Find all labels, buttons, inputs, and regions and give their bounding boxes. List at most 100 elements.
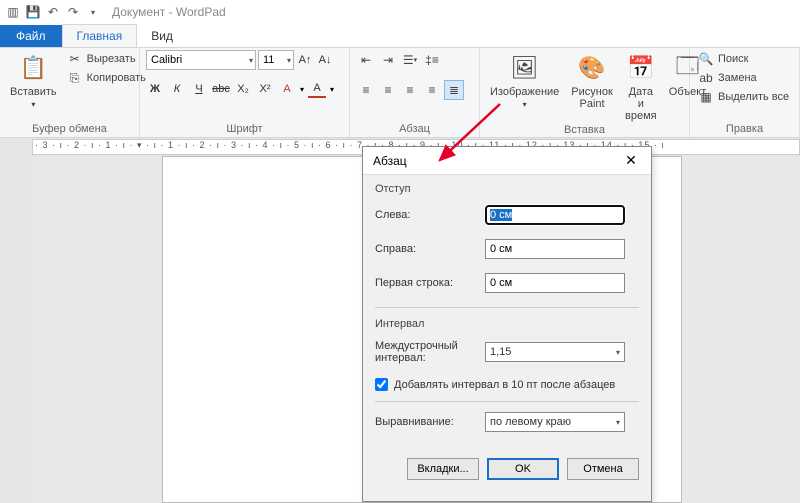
font-size-combo[interactable]: 11 ▾ <box>258 50 294 70</box>
shrink-font-icon[interactable]: A↓ <box>316 51 334 69</box>
group-clipboard-label: Буфер обмена <box>6 123 133 137</box>
paragraph-dialog: Абзац ✕ Отступ Слева: Справа: Первая стр… <box>362 146 652 502</box>
copy-label: Копировать <box>87 72 146 84</box>
align-center-icon[interactable]: ≡ <box>378 80 398 100</box>
tab-file[interactable]: Файл <box>0 25 62 47</box>
insert-image-label: Изображение <box>490 86 559 98</box>
indent-left-input[interactable] <box>485 205 625 225</box>
add-space-after-label: Добавлять интервал в 10 пт после абзацев <box>394 379 615 391</box>
insert-datetime-button[interactable]: 📅Дата и время <box>621 50 661 124</box>
grow-font-icon[interactable]: A↑ <box>296 51 314 69</box>
ok-button[interactable]: OK <box>487 458 559 480</box>
insert-image-button[interactable]: 🖼Изображение▾ <box>486 50 563 113</box>
highlight-button[interactable]: A <box>278 80 296 98</box>
chevron-down-icon: ▾ <box>616 348 620 357</box>
alignment-label: Выравнивание: <box>375 416 485 428</box>
image-icon: 🖼 <box>509 52 541 84</box>
chevron-down-icon: ▾ <box>249 56 253 65</box>
add-space-after-checkbox[interactable] <box>375 378 388 391</box>
align-right-icon[interactable]: ≡ <box>400 80 420 100</box>
alignment-select[interactable]: по левому краю ▾ <box>485 412 625 432</box>
group-font-label: Шрифт <box>146 123 343 137</box>
replace-icon: ab <box>698 70 714 86</box>
qat-dropdown-icon[interactable]: ▾ <box>84 3 102 21</box>
first-line-label: Первая строка: <box>375 277 485 289</box>
font-color-button[interactable]: A <box>308 80 326 98</box>
bold-button[interactable]: Ж <box>146 80 164 98</box>
paste-label: Вставить <box>10 86 57 98</box>
group-insert: 🖼Изображение▾ 🎨Рисунок Paint 📅Дата и вре… <box>480 48 690 137</box>
window-title: Документ - WordPad <box>112 5 226 19</box>
title-bar: ▥ 💾 ↶ ↷ ▾ Документ - WordPad <box>0 0 800 24</box>
save-icon[interactable]: 💾 <box>24 3 42 21</box>
justify-icon[interactable]: ≡ <box>422 80 442 100</box>
group-font: Calibri ▾ 11 ▾ A↑ A↓ Ж К Ч abc X₂ X² A ▾ A ▾… <box>140 48 350 137</box>
underline-button[interactable]: Ч <box>190 80 208 98</box>
dialog-titlebar: Абзац ✕ <box>363 147 651 175</box>
find-label: Поиск <box>718 53 748 65</box>
ruler-gutter <box>0 138 32 156</box>
dialog-title: Абзац <box>373 154 407 168</box>
paragraph-dialog-icon[interactable]: ≣ <box>444 80 464 100</box>
find-button[interactable]: 🔍 Поиск <box>696 50 791 68</box>
group-clipboard: 📋 Вставить▾ ✂Вырезать ⎘Копировать Буфер … <box>0 48 140 137</box>
indent-right-input[interactable] <box>485 239 625 259</box>
replace-button[interactable]: ab Замена <box>696 69 791 87</box>
group-insert-label: Вставка <box>486 124 683 138</box>
insert-paint-label: Рисунок Paint <box>571 86 613 110</box>
close-icon[interactable]: ✕ <box>617 151 645 171</box>
copy-icon: ⎘ <box>67 70 83 86</box>
ribbon-tabs: Файл Главная Вид <box>0 24 800 48</box>
search-icon: 🔍 <box>698 51 714 67</box>
interval-section-label: Интервал <box>375 318 639 330</box>
cancel-button[interactable]: Отмена <box>567 458 639 480</box>
line-spacing-icon[interactable]: ‡≡ <box>422 50 442 70</box>
quick-access-toolbar: ▥ 💾 ↶ ↷ ▾ <box>4 3 102 21</box>
paint-icon: 🎨 <box>576 52 608 84</box>
cut-button[interactable]: ✂ Вырезать <box>65 50 148 68</box>
chevron-down-icon: ▾ <box>616 418 620 427</box>
align-left-icon[interactable]: ≡ <box>356 80 376 100</box>
first-line-input[interactable] <box>485 273 625 293</box>
bullets-icon[interactable]: ☰▾ <box>400 50 420 70</box>
app-menu-icon[interactable]: ▥ <box>4 3 22 21</box>
italic-button[interactable]: К <box>168 80 186 98</box>
indent-left-label: Слева: <box>375 209 485 221</box>
calendar-icon: 📅 <box>625 52 657 84</box>
group-paragraph: ⇤ ⇥ ☰▾ ‡≡ ≡ ≡ ≡ ≡ ≣ Абзац <box>350 48 480 137</box>
select-label: Выделить все <box>718 91 789 103</box>
tabs-button[interactable]: Вкладки... <box>407 458 479 480</box>
increase-indent-icon[interactable]: ⇥ <box>378 50 398 70</box>
insert-paint-button[interactable]: 🎨Рисунок Paint <box>567 50 617 112</box>
chevron-down-icon: ▾ <box>287 56 291 65</box>
line-spacing-select[interactable]: 1,15 ▾ <box>485 342 625 362</box>
paste-icon: 📋 <box>17 52 49 84</box>
line-spacing-value: 1,15 <box>490 346 511 358</box>
strike-button[interactable]: abc <box>212 80 230 98</box>
select-all-button[interactable]: ▦ Выделить все <box>696 88 791 106</box>
superscript-button[interactable]: X² <box>256 80 274 98</box>
indent-section-label: Отступ <box>375 183 639 195</box>
subscript-button[interactable]: X₂ <box>234 80 252 98</box>
copy-button[interactable]: ⎘ Копировать <box>65 69 148 87</box>
undo-icon[interactable]: ↶ <box>44 3 62 21</box>
paste-button[interactable]: 📋 Вставить▾ <box>6 50 61 113</box>
insert-datetime-label: Дата и время <box>625 86 657 122</box>
tab-home[interactable]: Главная <box>62 24 138 47</box>
select-icon: ▦ <box>698 89 714 105</box>
redo-icon[interactable]: ↷ <box>64 3 82 21</box>
font-size-value: 11 <box>263 54 274 66</box>
line-spacing-label: Междустрочный интервал: <box>375 340 485 364</box>
group-paragraph-label: Абзац <box>356 123 473 137</box>
cut-icon: ✂ <box>67 51 83 67</box>
alignment-value: по левому краю <box>490 416 571 428</box>
font-name-value: Calibri <box>151 54 182 66</box>
decrease-indent-icon[interactable]: ⇤ <box>356 50 376 70</box>
indent-right-label: Справа: <box>375 243 485 255</box>
group-editing: 🔍Поиск abЗамена ▦Выделить все Правка <box>690 48 800 137</box>
tab-view[interactable]: Вид <box>137 25 187 47</box>
font-name-combo[interactable]: Calibri ▾ <box>146 50 256 70</box>
left-gutter <box>0 156 32 503</box>
cut-label: Вырезать <box>87 53 136 65</box>
replace-label: Замена <box>718 72 757 84</box>
